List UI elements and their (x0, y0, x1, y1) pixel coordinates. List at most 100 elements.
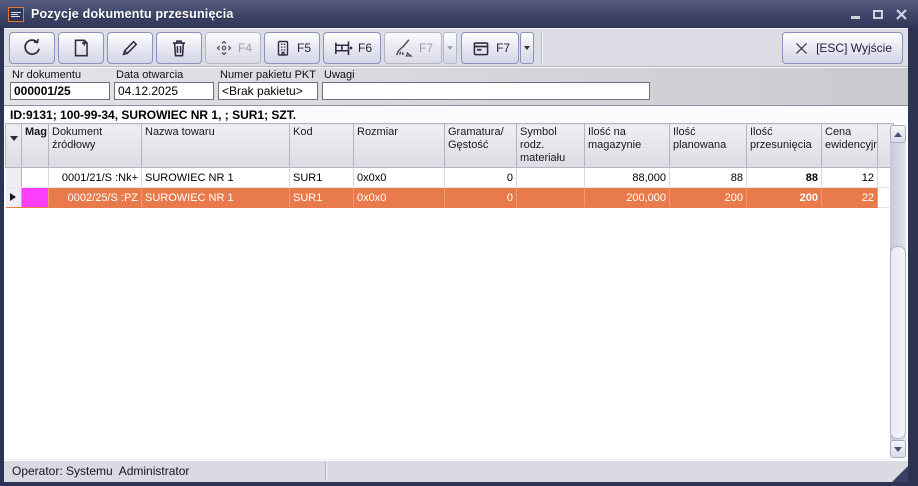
row-indicator-header[interactable] (6, 124, 22, 168)
scroll-down-icon (894, 447, 902, 452)
move-position-f4-button: F4 (205, 32, 261, 64)
nr-dokumentu-input[interactable] (10, 82, 110, 100)
titlebar: Pozycje dokumentu przesunięcia (0, 0, 918, 28)
delete-item-button[interactable] (156, 32, 202, 64)
current-row-arrow-icon (10, 193, 16, 201)
cell-rozmiar[interactable]: 0x0x0 (354, 168, 445, 188)
cell-gramatura[interactable]: 0 (445, 188, 517, 208)
data-otwarcia-label: Data otwarcia (116, 69, 214, 82)
nr-dokumentu-label: Nr dokumentu (12, 69, 110, 82)
window-title: Pozycje dokumentu przesunięcia (31, 7, 848, 21)
table-header-row: Mag Dokument źródłowy Nazwa towaru Kod R… (6, 124, 894, 168)
app-logo-glyph (10, 10, 22, 19)
document-fields-panel: Nr dokumentu Data otwarcia Numer pakietu… (4, 67, 908, 106)
numer-pakietu-label: Numer pakietu PKT (220, 69, 318, 82)
window-content: F4 F5 F6 F7 (4, 28, 908, 482)
cell-rozmiar[interactable]: 0x0x0 (354, 188, 445, 208)
vertical-scrollbar[interactable] (890, 125, 906, 458)
cell-ilosc-magazyn[interactable]: 200,000 (585, 188, 670, 208)
cell-cena[interactable]: 12 (822, 168, 878, 188)
exit-label: [ESC] Wyjście (816, 41, 892, 55)
cell-ilosc-plan[interactable]: 88 (670, 168, 747, 188)
f7-box-label: F7 (496, 41, 510, 55)
maximize-icon (873, 10, 883, 19)
exit-button[interactable]: [ESC] Wyjście (782, 32, 903, 64)
pencil-icon (119, 37, 141, 59)
app-icon (8, 7, 24, 22)
edit-item-button[interactable] (107, 32, 153, 64)
add-item-button[interactable] (58, 32, 104, 64)
statusbar: Operator: Systemu Administrator (4, 459, 908, 482)
field-uwagi: Uwagi (322, 69, 650, 100)
exit-x-icon (793, 40, 810, 57)
app-window: Pozycje dokumentu przesunięcia (0, 0, 918, 486)
f6-label: F6 (358, 41, 372, 55)
toolbar-separator (541, 33, 543, 63)
uwagi-input[interactable] (322, 82, 650, 100)
package-f7-button[interactable]: F7 (461, 32, 519, 64)
numer-pakietu-input[interactable] (218, 82, 318, 100)
scrollbar-thumb[interactable] (890, 246, 906, 439)
cell-ilosc-plan[interactable]: 200 (670, 188, 747, 208)
toolbar: F4 F5 F6 F7 (4, 28, 908, 67)
col-header-symbol[interactable]: Symbol rodz. materiału (517, 124, 585, 168)
col-header-ilosc-magazyn[interactable]: Ilość na magazynie (585, 124, 670, 168)
scroll-down-button[interactable] (890, 440, 906, 458)
table-row[interactable]: 0001/21/S :Nk+ SUROWIEC NR 1 SUR1 0x0x0 … (6, 168, 894, 188)
move-crosshair-icon (214, 38, 234, 58)
col-header-nazwa[interactable]: Nazwa towaru (142, 124, 290, 168)
trash-icon (168, 37, 190, 59)
cell-ilosc-przesun[interactable]: 200 (747, 188, 822, 208)
scroll-up-icon (894, 132, 902, 137)
package-f7-dropdown-button[interactable] (520, 32, 534, 64)
clear-f7-dropdown-button (443, 32, 457, 64)
chevron-down-icon (447, 46, 453, 50)
cell-symbol[interactable] (517, 168, 585, 188)
cell-gramatura[interactable]: 0 (445, 168, 517, 188)
cell-nazwa[interactable]: SUROWIEC NR 1 (142, 168, 290, 188)
cell-ilosc-przesun[interactable]: 88 (747, 168, 822, 188)
f7-sweep-label: F7 (419, 41, 433, 55)
table-row-selected[interactable]: 0002/25/S :PZ SUROWIEC NR 1 SUR1 0x0x0 0… (6, 188, 894, 208)
cell-kod[interactable]: SUR1 (290, 168, 354, 188)
scroll-up-button[interactable] (890, 125, 906, 143)
col-header-mag[interactable]: Mag (22, 124, 49, 168)
f5-label: F5 (297, 41, 311, 55)
col-header-cena[interactable]: Cena ewidencyjna (822, 124, 878, 168)
cell-ilosc-magazyn[interactable]: 88,000 (585, 168, 670, 188)
data-otwarcia-input[interactable] (114, 82, 214, 100)
cell-mag[interactable] (22, 168, 49, 188)
window-controls (848, 7, 908, 21)
cell-nazwa[interactable]: SUROWIEC NR 1 (142, 188, 290, 208)
col-header-rozmiar[interactable]: Rozmiar (354, 124, 445, 168)
box-icon (470, 37, 492, 59)
cell-cena[interactable]: 22 (822, 188, 878, 208)
rack-icon (332, 37, 354, 59)
row-indicator-active[interactable] (6, 188, 22, 208)
col-header-dokument[interactable]: Dokument źródłowy (49, 124, 142, 168)
field-numer-pakietu: Numer pakietu PKT (218, 69, 318, 100)
col-header-ilosc-plan[interactable]: Ilość planowana (670, 124, 747, 168)
field-data-otwarcia: Data otwarcia (114, 69, 214, 100)
f4-label: F4 (238, 41, 252, 55)
refresh-button[interactable] (9, 32, 55, 64)
refresh-icon (21, 37, 43, 59)
col-header-ilosc-przesun[interactable]: Ilość przesunięcia (747, 124, 822, 168)
rack-location-f6-button[interactable]: F6 (323, 32, 381, 64)
maximize-button[interactable] (871, 7, 885, 21)
cell-dokument[interactable]: 0001/21/S :Nk+ (49, 168, 142, 188)
col-header-gramatura[interactable]: Gramatura/ Gęstość (445, 124, 517, 168)
cell-kod[interactable]: SUR1 (290, 188, 354, 208)
col-header-kod[interactable]: Kod (290, 124, 354, 168)
building-icon (273, 38, 293, 58)
warehouse-f5-button[interactable]: F5 (264, 32, 320, 64)
cell-symbol[interactable] (517, 188, 585, 208)
minimize-button[interactable] (848, 7, 862, 21)
operator-status: Operator: Systemu Administrator (12, 464, 189, 478)
cell-dokument[interactable]: 0002/25/S :PZ (49, 188, 142, 208)
field-nr-dokumentu: Nr dokumentu (10, 69, 110, 100)
cell-mag[interactable] (22, 188, 49, 208)
close-button[interactable] (894, 7, 908, 21)
resize-grip[interactable] (892, 466, 908, 482)
row-indicator[interactable] (6, 168, 22, 188)
